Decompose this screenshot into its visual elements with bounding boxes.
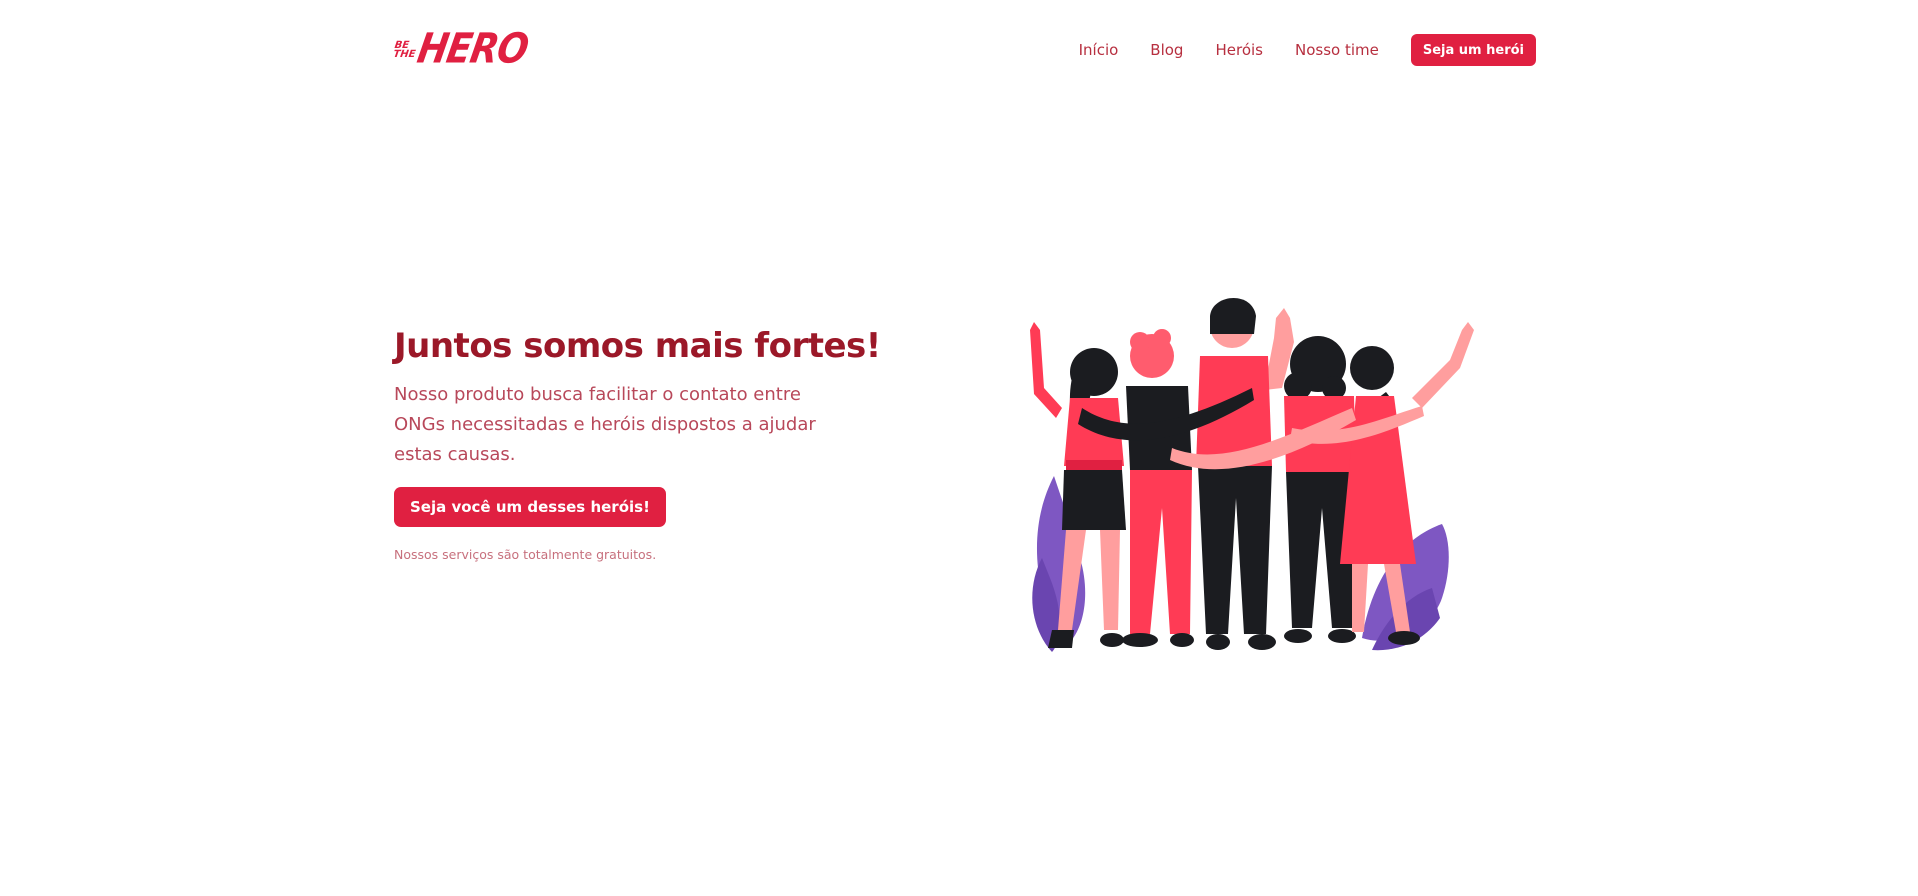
seja-um-heroi-button[interactable]: Seja um herói [1410,34,1536,66]
group-of-friends-illustration [1022,238,1482,672]
hero-section: Juntos somos mais fortes! Nosso produto … [394,326,881,562]
hero-title: Juntos somos mais fortes! [394,326,881,366]
nav-link-herois[interactable]: Heróis [1215,41,1263,59]
nav-link-blog[interactable]: Blog [1150,41,1183,59]
main-nav: Início Blog Heróis Nosso time Seja um he… [1079,34,1536,66]
hero-description: Nosso produto busca facilitar o contato … [394,384,816,465]
become-hero-button[interactable]: Seja você um desses heróis! [394,487,666,527]
free-services-note: Nossos serviços são totalmente gratuitos… [394,547,657,562]
nav-link-nosso-time[interactable]: Nosso time [1295,41,1379,59]
be-the-hero-logo[interactable]: BE THE HERO [392,25,532,74]
page: BE THE HERO Início Blog Heróis Nosso tim… [0,0,1918,896]
logo-word-the: THE [392,49,417,60]
site-header: BE THE HERO Início Blog Heróis Nosso tim… [392,25,1536,74]
friends-hugging-icon [1030,297,1474,652]
nav-link-inicio[interactable]: Início [1079,41,1119,59]
logo-word-hero: HERO [413,25,532,74]
logo-small-text: BE THE [392,40,418,60]
